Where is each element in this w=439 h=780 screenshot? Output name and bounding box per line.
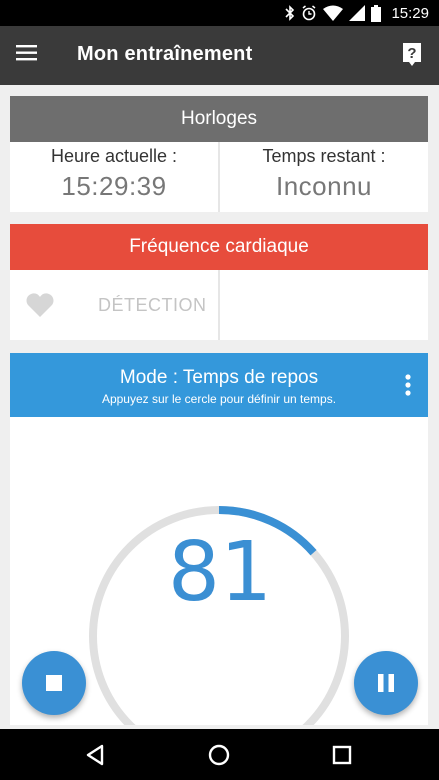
alarm-icon xyxy=(302,5,316,21)
help-icon: ? xyxy=(403,43,421,66)
current-time-cell: Heure actuelle : 15:29:39 xyxy=(10,142,218,212)
clocks-row: Heure actuelle : 15:29:39 Temps restant … xyxy=(10,142,428,212)
mode-header: Mode : Temps de repos Appuyez sur le cer… xyxy=(10,353,428,417)
more-vert-icon xyxy=(405,374,411,396)
current-time-value: 15:29:39 xyxy=(61,171,167,201)
remaining-time-value: Inconnu xyxy=(275,171,373,201)
heart-rate-card: Fréquence cardiaque DÉTECTION xyxy=(10,224,428,340)
heart-icon xyxy=(26,293,54,317)
stop-icon xyxy=(46,675,62,691)
clocks-header: Horloges xyxy=(10,96,428,142)
heart-rate-header: Fréquence cardiaque xyxy=(10,224,428,270)
mode-subtitle: Appuyez sur le cercle pour définir un te… xyxy=(101,392,337,406)
clocks-card: Horloges Heure actuelle : 15:29:39 Temps… xyxy=(10,96,428,212)
status-bar: 15:29 xyxy=(0,0,439,26)
help-button[interactable]: ? xyxy=(401,42,423,68)
remaining-time-cell: Temps restant : Inconnu xyxy=(218,142,428,212)
pause-icon xyxy=(378,674,394,692)
heart-rate-row: DÉTECTION xyxy=(10,270,428,340)
home-icon xyxy=(208,744,230,766)
back-icon xyxy=(86,744,104,766)
pause-button[interactable] xyxy=(354,651,418,715)
heart-value-cell xyxy=(218,270,428,340)
more-options-button[interactable] xyxy=(404,373,412,397)
current-time-label: Heure actuelle : xyxy=(50,146,178,166)
menu-icon xyxy=(16,45,37,61)
timer-value: 81 xyxy=(167,525,273,620)
stop-button[interactable] xyxy=(22,651,86,715)
page-title: Mon entraînement xyxy=(77,43,253,65)
heart-detection-cell[interactable]: DÉTECTION xyxy=(10,270,218,340)
menu-button[interactable] xyxy=(16,44,44,68)
signal-icon xyxy=(349,5,366,21)
status-icons: 15:29 xyxy=(285,4,429,22)
app-bar: Mon entraînement ? xyxy=(0,26,439,85)
svg-text:?: ? xyxy=(407,45,416,62)
remaining-time-label: Temps restant : xyxy=(262,146,386,166)
mode-title: Mode : Temps de repos xyxy=(119,367,319,388)
home-button[interactable] xyxy=(205,741,233,769)
navigation-bar xyxy=(0,729,439,780)
recents-button[interactable] xyxy=(328,741,356,769)
back-button[interactable] xyxy=(82,741,110,769)
bluetooth-icon xyxy=(285,5,295,21)
battery-icon xyxy=(371,4,382,22)
wifi-icon xyxy=(323,5,344,21)
recents-icon xyxy=(332,745,352,765)
status-time: 15:29 xyxy=(391,4,429,22)
detection-label: DÉTECTION xyxy=(98,294,207,315)
